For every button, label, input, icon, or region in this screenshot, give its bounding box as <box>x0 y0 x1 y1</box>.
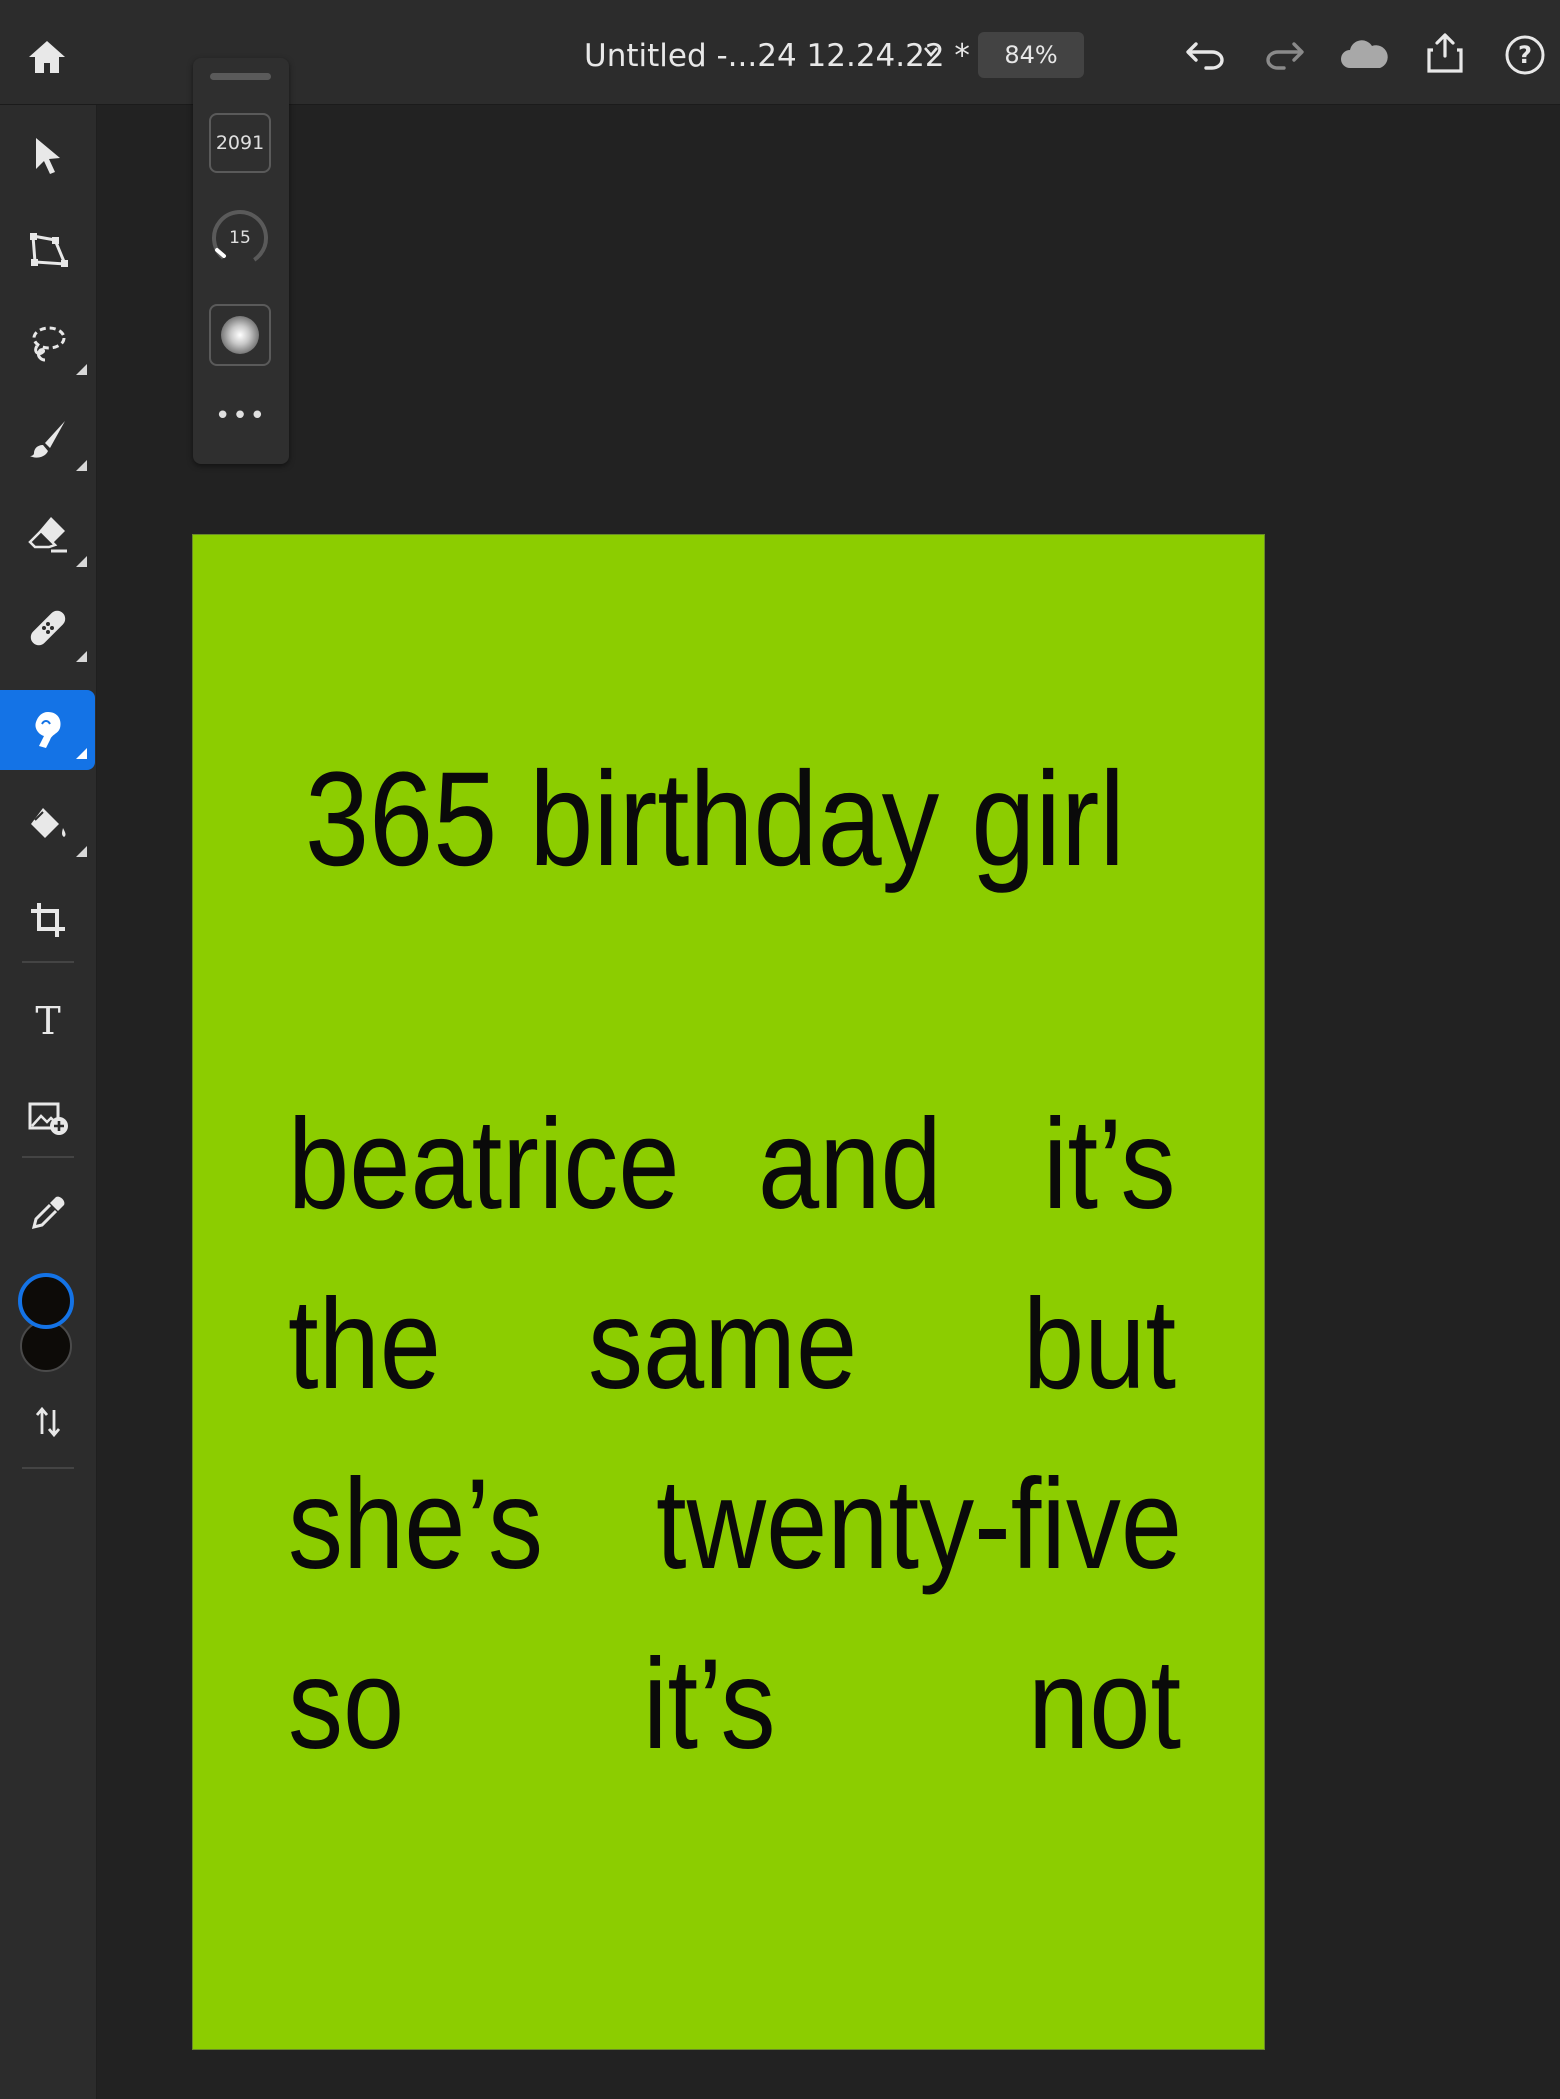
fill-tool-icon[interactable] <box>20 796 76 852</box>
text-word[interactable]: same <box>588 1270 857 1420</box>
text-word[interactable]: but <box>1023 1270 1176 1420</box>
submenu-indicator <box>76 556 87 567</box>
tool-divider <box>22 1156 74 1158</box>
submenu-indicator <box>76 651 87 662</box>
home-icon[interactable] <box>20 32 74 82</box>
text-line-4: so it’s not <box>288 1630 1181 1780</box>
smudge-tool-icon[interactable] <box>20 702 76 758</box>
tool-divider <box>22 1467 74 1469</box>
text-word[interactable]: beatrice <box>288 1090 680 1240</box>
transform-tool-icon[interactable] <box>20 222 76 278</box>
svg-text:T: T <box>35 1002 60 1038</box>
svg-text:?: ? <box>1518 41 1532 69</box>
brush-properties-panel: 2091 15 ••• <box>193 58 289 464</box>
submenu-indicator <box>76 748 87 759</box>
brush-softness-preview[interactable] <box>209 304 271 366</box>
text-word[interactable]: twenty-five <box>656 1450 1182 1600</box>
undo-icon[interactable] <box>1180 32 1230 78</box>
submenu-indicator <box>76 364 87 375</box>
swap-colors-icon[interactable] <box>20 1394 76 1450</box>
text-line-2: the same but <box>288 1270 1176 1420</box>
zoom-level[interactable]: 84% <box>978 32 1084 78</box>
text-line-1: beatrice and it’s <box>288 1090 1176 1240</box>
healing-tool-icon[interactable] <box>20 600 76 656</box>
foreground-color-swatch[interactable] <box>18 1273 74 1329</box>
cloud-icon[interactable] <box>1336 32 1392 78</box>
submenu-indicator <box>76 460 87 471</box>
brush-tip-icon <box>221 316 259 354</box>
lasso-tool-icon[interactable] <box>20 315 76 371</box>
document-title[interactable]: Untitled -...24 12.24.22 * <box>584 34 970 78</box>
text-word[interactable]: not <box>1028 1630 1181 1780</box>
text-word[interactable]: it’s <box>643 1630 776 1780</box>
submenu-indicator <box>76 846 87 857</box>
brush-size-field[interactable]: 2091 <box>209 113 271 173</box>
artboard-title-text[interactable]: 365 birthday girl <box>305 745 1125 895</box>
brush-tool-icon[interactable] <box>20 410 76 466</box>
select-tool-icon[interactable] <box>20 128 76 184</box>
text-word[interactable]: it’s <box>1043 1090 1176 1240</box>
eraser-tool-icon[interactable] <box>20 505 76 561</box>
hardness-dial[interactable]: 15 <box>208 206 272 270</box>
redo-icon[interactable] <box>1260 32 1310 78</box>
eyedropper-tool-icon[interactable] <box>20 1185 76 1241</box>
text-word[interactable]: and <box>758 1090 942 1240</box>
hardness-value: 15 <box>229 228 251 248</box>
text-word[interactable]: the <box>288 1270 441 1420</box>
type-tool-icon[interactable]: T <box>20 992 76 1048</box>
share-icon[interactable] <box>1420 28 1470 78</box>
artboard[interactable]: 365 birthday girl beatrice and it’s the … <box>192 534 1265 2050</box>
tool-divider <box>22 961 74 963</box>
more-options-icon[interactable]: ••• <box>193 403 289 429</box>
help-icon[interactable]: ? <box>1500 30 1550 80</box>
panel-drag-handle[interactable] <box>210 73 271 80</box>
text-word[interactable]: she’s <box>288 1450 543 1600</box>
chevron-down-icon[interactable] <box>922 44 940 63</box>
text-word[interactable]: so <box>288 1630 404 1780</box>
place-image-icon[interactable] <box>20 1088 76 1144</box>
text-line-3: she’s twenty-five <box>288 1450 1182 1600</box>
crop-tool-icon[interactable] <box>20 892 76 948</box>
